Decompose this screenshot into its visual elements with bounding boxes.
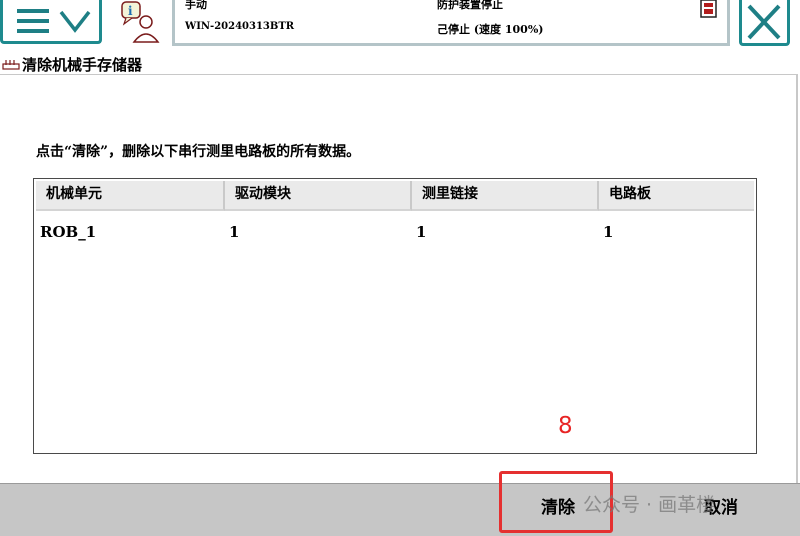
app-icon (2, 60, 20, 70)
speed-icon (700, 0, 717, 18)
page-title: 清除机械手存储器 (22, 56, 143, 74)
instruction-text: 点击“清除”，删除以下串行测里电路板的所有数据。 (36, 144, 361, 160)
info-user-icon: i (121, 1, 160, 43)
table-cell: 1 (416, 223, 427, 241)
column-header-drive-module[interactable]: 驱动模块 (225, 181, 412, 211)
svg-text:i: i (128, 4, 133, 18)
content-border (796, 74, 798, 484)
divider (0, 74, 796, 75)
table-cell: ROB_1 (40, 223, 97, 241)
main-menu-button[interactable] (0, 0, 102, 44)
table-cell: 1 (229, 223, 240, 241)
run-status: 己停止 (速度 100%) (437, 23, 544, 36)
info-user-button[interactable]: i (112, 0, 166, 46)
controller-name: WIN-20240313BTR (185, 21, 295, 32)
chevron-down-icon (59, 10, 91, 33)
column-header-mechanical-unit[interactable]: 机械单元 (36, 181, 225, 211)
close-icon (747, 4, 781, 40)
table-cell: 1 (603, 223, 614, 241)
menu-icon (17, 9, 91, 33)
watermark: 公众号 · 画革楼 (583, 494, 716, 516)
data-table[interactable]: 机械单元 驱动模块 测里链接 电路板 ROB_1 1 1 1 (33, 178, 757, 454)
column-header-measurement-link[interactable]: 测里链接 (412, 181, 599, 211)
close-button[interactable] (739, 0, 790, 46)
step-annotation: 8 (558, 413, 573, 439)
column-header-board[interactable]: 电路板 (599, 181, 754, 211)
safety-status: 防护装置停止 (437, 0, 503, 11)
status-panel[interactable]: 手动 WIN-20240313BTR 防护装置停止 己停止 (速度 100%) (172, 0, 730, 46)
mode-label: 手动 (185, 0, 207, 11)
